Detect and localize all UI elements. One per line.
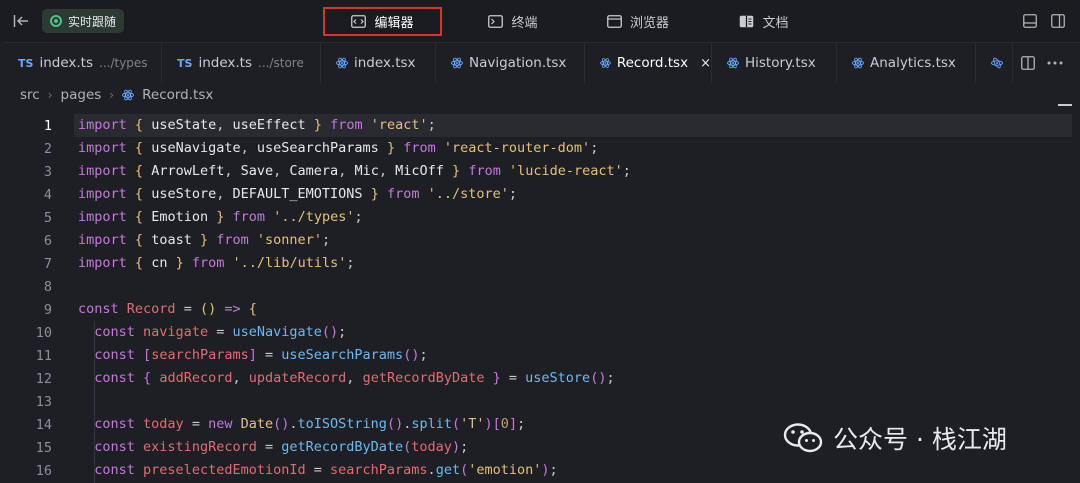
react-file-icon	[600, 58, 611, 68]
breadcrumb-src[interactable]: src	[20, 87, 40, 103]
line-number: 10	[35, 324, 52, 341]
code-line: 8	[0, 275, 1080, 298]
chevron-right-icon: ›	[109, 88, 115, 102]
code-line: 16 const preselectedEmotionId = searchPa…	[0, 459, 1080, 482]
react-file-icon	[852, 57, 864, 69]
document-icon	[740, 15, 754, 28]
file-tab-path: .../types	[99, 56, 148, 70]
react-file-icon	[336, 57, 348, 69]
typescript-file-icon: TS	[18, 56, 34, 70]
line-number: 1	[43, 117, 52, 134]
file-tab-label: index.ts	[198, 55, 252, 71]
watermark: 公众号 · 栈江湖	[783, 420, 1007, 456]
toggle-right-panel-icon[interactable]	[1050, 13, 1066, 29]
tab-browser-label: 浏览器	[629, 16, 669, 31]
file-tab-bar: TS index.ts .../types TS index.ts .../st…	[4, 42, 1080, 83]
file-tab-label: Analytics.tsx	[870, 55, 956, 71]
line-number: 8	[43, 278, 52, 295]
line-number: 4	[43, 186, 52, 203]
line-number: 2	[43, 140, 52, 157]
file-tab-label: History.tsx	[745, 55, 816, 71]
live-follow-icon	[50, 15, 62, 27]
tab-docs[interactable]: 文档	[733, 7, 795, 36]
tab-docs-label: 文档	[762, 16, 789, 31]
file-tab-label: index.ts	[39, 55, 93, 71]
file-tab-index-tsx[interactable]: index.tsx	[322, 43, 436, 83]
code-line: 2 import { useNavigate, useSearchParams …	[0, 137, 1080, 160]
line-number: 11	[35, 347, 52, 364]
file-tab-label: Navigation.tsx	[469, 55, 567, 71]
chevron-right-icon: ›	[47, 88, 53, 102]
line-number: 6	[43, 232, 52, 249]
line-number: 5	[43, 209, 52, 226]
line-number: 16	[35, 462, 52, 479]
file-tab-store-index[interactable]: TS index.ts .../store	[163, 43, 321, 83]
terminal-icon	[488, 15, 504, 28]
code-line: 10 const navigate = useNavigate();	[0, 321, 1080, 344]
split-editor-icon[interactable]	[1020, 55, 1036, 71]
file-tab-history[interactable]: History.tsx	[713, 43, 837, 83]
code-line: 5 import { Emotion } from '../types';	[0, 206, 1080, 229]
collapse-sidebar-icon[interactable]	[12, 12, 30, 30]
file-tab-analytics[interactable]: Analytics.tsx	[838, 43, 976, 83]
react-file-icon	[122, 89, 135, 101]
tab-terminal-label: 终端	[511, 16, 538, 31]
file-tab-overflow[interactable]	[977, 43, 1013, 83]
react-file-icon	[451, 57, 463, 69]
code-line: 11 const [searchParams] = useSearchParam…	[0, 344, 1080, 367]
code-line: 9 const Record = () => {	[0, 298, 1080, 321]
code-icon	[351, 15, 367, 28]
breadcrumb-file[interactable]: Record.tsx	[142, 87, 213, 103]
tab-browser[interactable]: 浏览器	[600, 7, 676, 36]
typescript-file-icon: TS	[177, 56, 193, 70]
tab-editor-label: 编辑器	[374, 16, 414, 31]
file-tab-record[interactable]: Record.tsx ×	[586, 43, 712, 83]
toggle-bottom-panel-icon[interactable]	[1022, 13, 1038, 29]
close-tab-icon[interactable]: ×	[700, 56, 711, 71]
tab-terminal[interactable]: 终端	[478, 7, 548, 36]
line-number: 13	[35, 393, 52, 410]
react-file-icon	[991, 57, 1003, 69]
file-tab-label: index.tsx	[354, 55, 416, 71]
file-tab-path: .../store	[258, 56, 304, 70]
wechat-icon	[783, 423, 823, 453]
line-number: 7	[43, 255, 52, 272]
watermark-text: 公众号 · 栈江湖	[833, 425, 1007, 454]
file-tab-label: Record.tsx	[616, 55, 689, 71]
react-file-icon	[727, 57, 739, 69]
line-number: 3	[43, 163, 52, 180]
scroll-indicator[interactable]	[1058, 104, 1072, 106]
code-line: 13	[0, 390, 1080, 413]
code-line: 6 import { toast } from 'sonner';	[0, 229, 1080, 252]
breadcrumb: src › pages › Record.tsx	[20, 86, 213, 104]
code-line: 3 import { ArrowLeft, Save, Camera, Mic,…	[0, 160, 1080, 183]
code-line: 12 const { addRecord, updateRecord, getR…	[0, 367, 1080, 390]
live-follow-label: 实时跟随	[68, 14, 117, 29]
tab-editor[interactable]: 编辑器	[323, 7, 442, 36]
file-tab-types-index[interactable]: TS index.ts .../types	[4, 43, 162, 83]
code-line: 1 import { useState, useEffect } from 'r…	[0, 114, 1080, 137]
more-actions-icon[interactable]	[1046, 55, 1064, 71]
live-follow-button[interactable]: 实时跟随	[42, 9, 125, 33]
top-bar: 实时跟随 编辑器 终端 浏览器 文档	[0, 0, 1080, 42]
file-tab-navigation[interactable]: Navigation.tsx	[437, 43, 585, 83]
line-number: 12	[35, 370, 52, 387]
breadcrumb-pages[interactable]: pages	[61, 87, 102, 103]
code-line: 7 import { cn } from '../lib/utils';	[0, 252, 1080, 275]
line-number: 9	[43, 301, 52, 318]
code-line: 4 import { useStore, DEFAULT_EMOTIONS } …	[0, 183, 1080, 206]
line-number: 15	[35, 439, 52, 456]
browser-icon	[607, 15, 622, 28]
line-number: 14	[35, 416, 52, 433]
